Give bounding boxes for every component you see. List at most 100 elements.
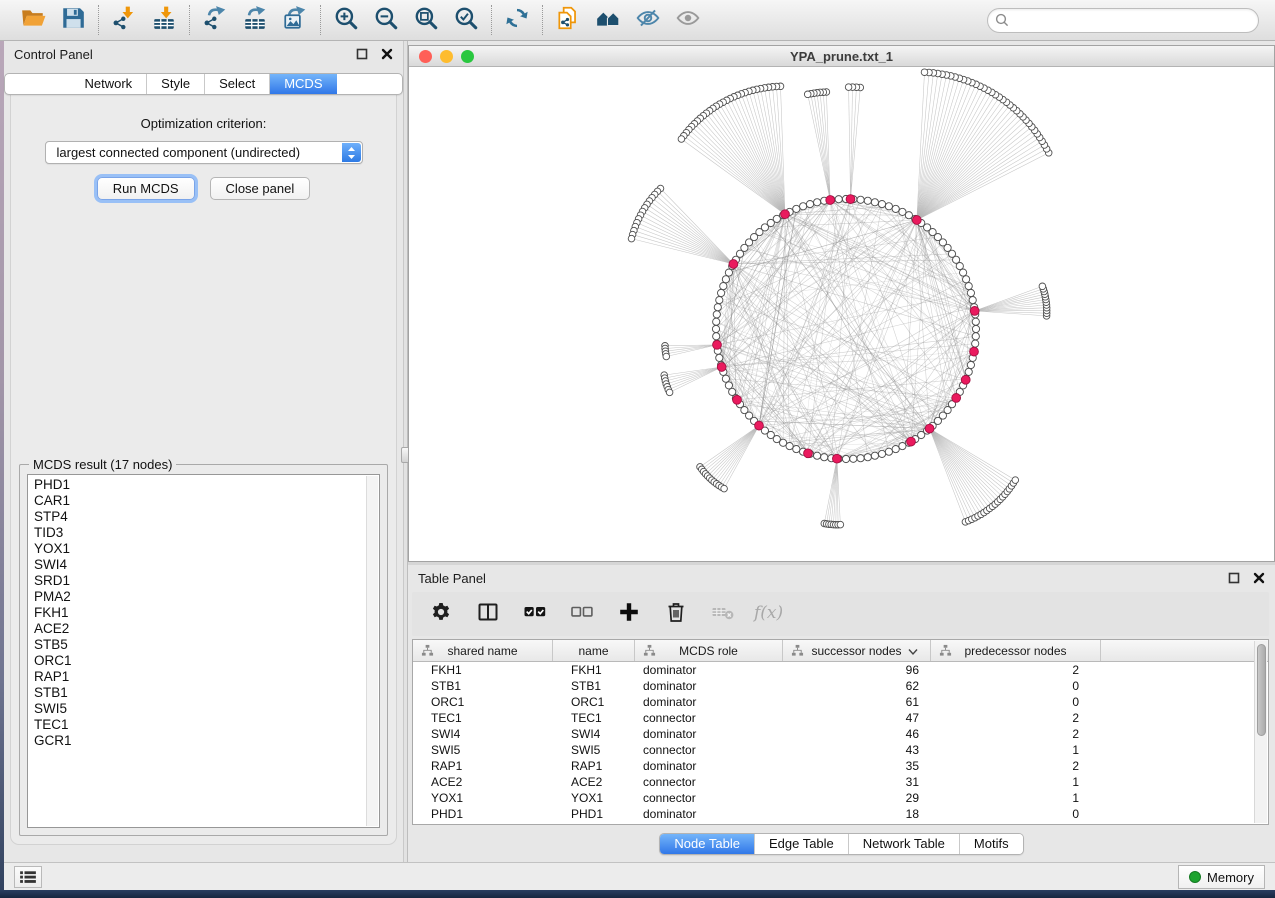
table-cell[interactable]: 35 <box>783 758 931 774</box>
result-node-item[interactable]: STB1 <box>34 685 365 701</box>
table-cell[interactable]: dominator <box>635 678 783 694</box>
table-cell[interactable]: SWI5 <box>413 742 553 758</box>
result-node-item[interactable]: PHD1 <box>34 477 365 493</box>
table-cell[interactable]: FKH1 <box>553 662 635 678</box>
columns-button[interactable] <box>473 599 503 629</box>
zoom-out-button[interactable] <box>371 5 401 35</box>
float-panel-icon[interactable] <box>356 48 368 60</box>
table-cell[interactable]: connector <box>635 790 783 806</box>
hide-selected-eye-button[interactable] <box>633 5 663 35</box>
table-cell[interactable]: 43 <box>783 742 931 758</box>
table-cell[interactable]: dominator <box>635 726 783 742</box>
table-cell[interactable]: 46 <box>783 726 931 742</box>
table-cell[interactable]: connector <box>635 774 783 790</box>
table-row[interactable]: SWI5SWI5connector431 <box>413 742 1268 758</box>
table-row[interactable]: STB1STB1dominator620 <box>413 678 1268 694</box>
table-row[interactable]: RAP1RAP1dominator352 <box>413 758 1268 774</box>
open-file-button[interactable] <box>18 5 48 35</box>
table-cell[interactable]: 2 <box>931 726 1101 742</box>
close-panel-icon[interactable] <box>1253 572 1265 584</box>
table-cell[interactable]: FKH1 <box>413 662 553 678</box>
result-node-item[interactable]: TEC1 <box>34 717 365 733</box>
tab-motifs[interactable]: Motifs <box>960 834 1023 854</box>
deselect-all-button[interactable] <box>567 599 597 629</box>
result-node-item[interactable]: YOX1 <box>34 541 365 557</box>
result-node-item[interactable]: SWI4 <box>34 557 365 573</box>
table-cell[interactable]: connector <box>635 710 783 726</box>
table-cell[interactable]: 1 <box>931 742 1101 758</box>
add-button[interactable] <box>614 599 644 629</box>
table-cell[interactable]: 61 <box>783 694 931 710</box>
table-cell[interactable]: TEC1 <box>553 710 635 726</box>
table-cell[interactable]: 0 <box>931 694 1101 710</box>
column-header-successor-nodes[interactable]: successor nodes <box>783 640 931 661</box>
result-node-item[interactable]: ORC1 <box>34 653 365 669</box>
table-cell[interactable]: 18 <box>783 806 931 822</box>
table-cell[interactable]: 1 <box>931 774 1101 790</box>
table-scrollbar-thumb[interactable] <box>1257 644 1266 736</box>
result-list-scrollbar[interactable] <box>366 476 378 826</box>
table-cell[interactable]: ORC1 <box>553 694 635 710</box>
network-canvas[interactable] <box>409 67 1274 561</box>
export-network-button[interactable] <box>200 5 230 35</box>
zoom-fit-button[interactable] <box>411 5 441 35</box>
search-input[interactable] <box>987 8 1259 33</box>
tab-select[interactable]: Select <box>205 74 270 94</box>
zoom-in-button[interactable] <box>331 5 361 35</box>
table-cell[interactable]: PHD1 <box>413 806 553 822</box>
table-cell[interactable]: STB1 <box>553 678 635 694</box>
tab-network[interactable]: Network <box>70 74 147 94</box>
import-table-button[interactable] <box>149 5 179 35</box>
show-panels-button[interactable] <box>14 866 42 888</box>
export-table-button[interactable] <box>240 5 270 35</box>
column-header-name[interactable]: name <box>553 640 635 661</box>
table-cell[interactable]: ACE2 <box>553 774 635 790</box>
result-node-item[interactable]: STB5 <box>34 637 365 653</box>
result-node-item[interactable]: PMA2 <box>34 589 365 605</box>
table-cell[interactable]: 2 <box>931 710 1101 726</box>
table-cell[interactable]: 2 <box>931 662 1101 678</box>
table-cell[interactable]: 29 <box>783 790 931 806</box>
save-button[interactable] <box>58 5 88 35</box>
table-cell[interactable]: dominator <box>635 758 783 774</box>
result-node-item[interactable]: STP4 <box>34 509 365 525</box>
table-row[interactable]: YOX1YOX1connector291 <box>413 790 1268 806</box>
tab-network-table[interactable]: Network Table <box>849 834 960 854</box>
result-node-item[interactable]: ACE2 <box>34 621 365 637</box>
close-panel-icon[interactable] <box>381 48 393 60</box>
show-all-eye-button[interactable] <box>673 5 703 35</box>
result-node-item[interactable]: GCR1 <box>34 733 365 749</box>
table-scrollbar[interactable] <box>1254 641 1267 823</box>
close-panel-button[interactable]: Close panel <box>210 177 311 200</box>
table-row[interactable]: ACE2ACE2connector311 <box>413 774 1268 790</box>
tab-node-table[interactable]: Node Table <box>660 834 755 854</box>
refresh-button[interactable] <box>502 5 532 35</box>
table-cell[interactable]: TEC1 <box>413 710 553 726</box>
window-zoom-button[interactable] <box>461 50 474 63</box>
column-header-MCDS-role[interactable]: MCDS role <box>635 640 783 661</box>
table-row[interactable]: FKH1FKH1dominator962 <box>413 662 1268 678</box>
table-cell[interactable]: ORC1 <box>413 694 553 710</box>
table-cell[interactable]: dominator <box>635 662 783 678</box>
network-snapshot-button[interactable] <box>553 5 583 35</box>
table-cell[interactable]: 62 <box>783 678 931 694</box>
select-all-button[interactable] <box>520 599 550 629</box>
result-node-item[interactable]: RAP1 <box>34 669 365 685</box>
table-cell[interactable]: RAP1 <box>413 758 553 774</box>
table-cell[interactable]: 31 <box>783 774 931 790</box>
table-row[interactable]: PHD1PHD1dominator180 <box>413 806 1268 822</box>
table-cell[interactable]: SWI4 <box>413 726 553 742</box>
table-cell[interactable]: dominator <box>635 694 783 710</box>
import-network-button[interactable] <box>109 5 139 35</box>
gear-button[interactable] <box>426 599 456 629</box>
result-node-item[interactable]: TID3 <box>34 525 365 541</box>
memory-button[interactable]: Memory <box>1178 865 1265 889</box>
table-row[interactable]: ORC1ORC1dominator610 <box>413 694 1268 710</box>
table-cell[interactable]: SWI4 <box>553 726 635 742</box>
table-cell[interactable]: ACE2 <box>413 774 553 790</box>
table-row[interactable]: TEC1TEC1connector472 <box>413 710 1268 726</box>
tab-style[interactable]: Style <box>147 74 205 94</box>
window-minimize-button[interactable] <box>440 50 453 63</box>
table-cell[interactable]: PHD1 <box>553 806 635 822</box>
trash-button[interactable] <box>661 599 691 629</box>
